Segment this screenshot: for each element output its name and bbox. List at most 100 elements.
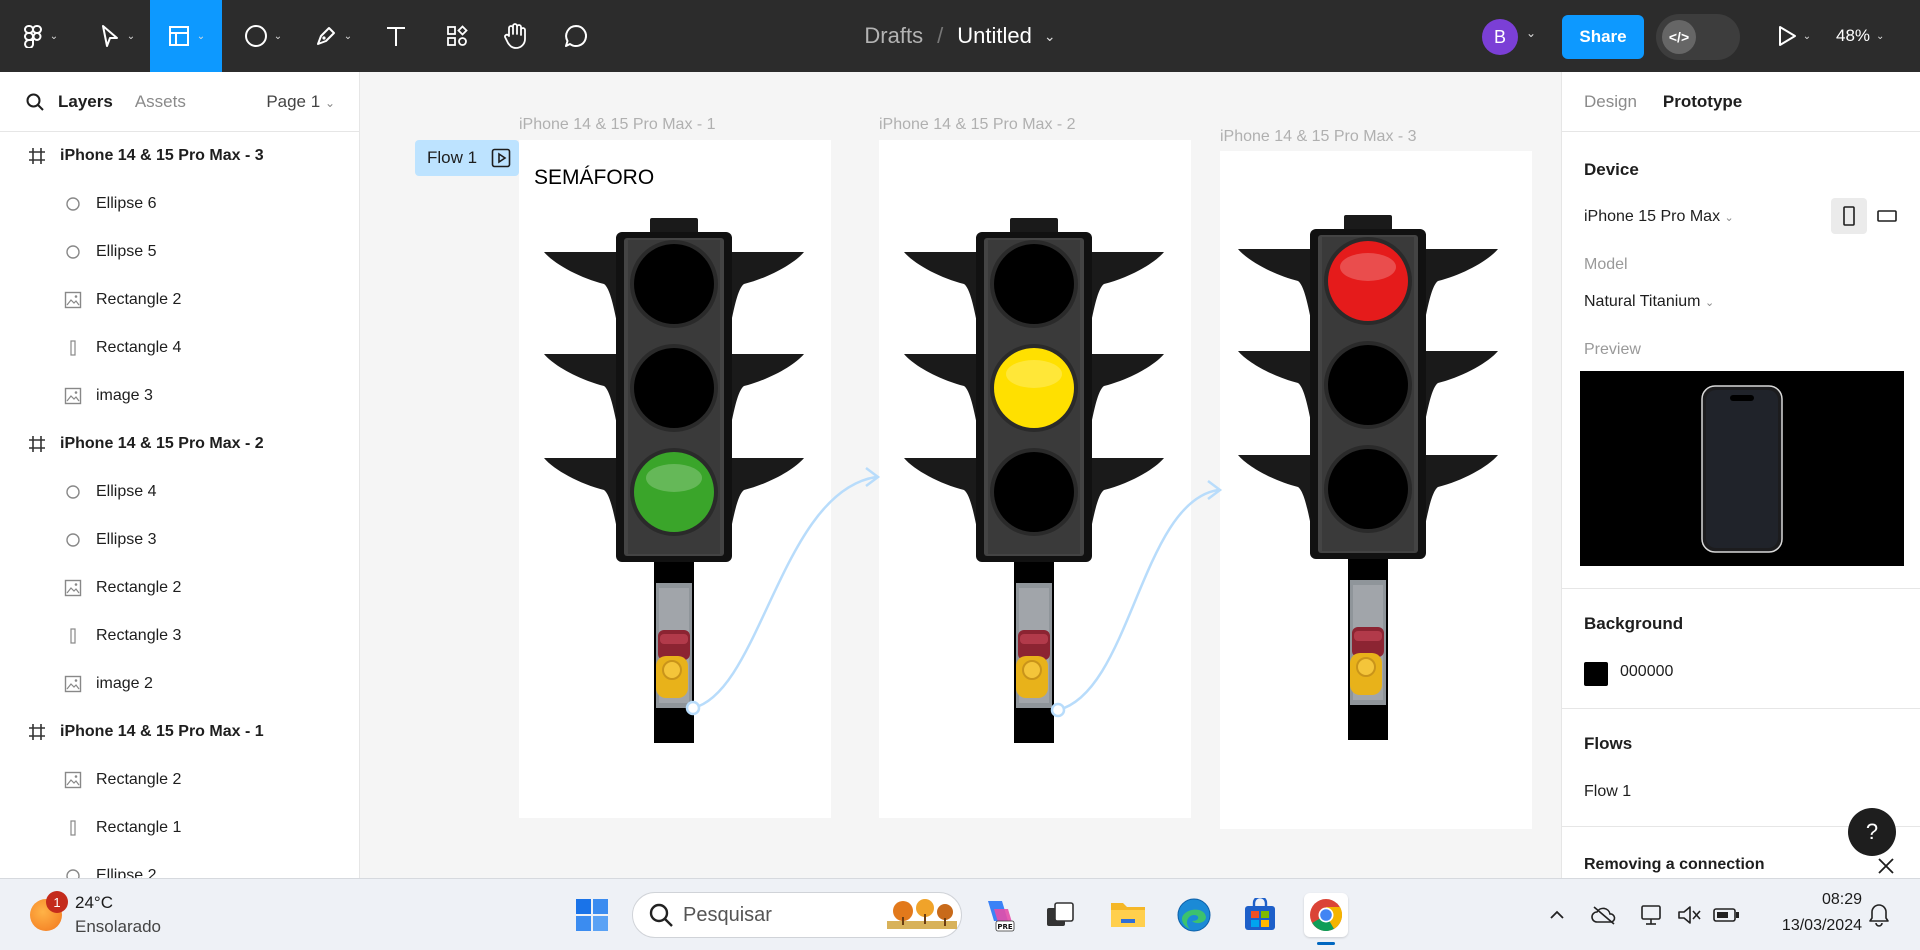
layer-frame-row[interactable]: iPhone 14 & 15 Pro Max - 3 bbox=[0, 132, 359, 180]
move-tool-button[interactable]: ⌄ bbox=[90, 0, 144, 72]
model-dropdown[interactable]: Natural Titanium ⌄ bbox=[1584, 293, 1714, 311]
chevron-down-icon[interactable]: ⌄ bbox=[1044, 28, 1056, 45]
file-name[interactable]: Untitled bbox=[957, 23, 1032, 49]
frame-label-2[interactable]: iPhone 14 & 15 Pro Max - 2 bbox=[879, 116, 1076, 134]
layer-row[interactable]: Ellipse 6 bbox=[0, 180, 359, 228]
layer-row[interactable]: image 2 bbox=[0, 660, 359, 708]
layer-name: Rectangle 3 bbox=[96, 627, 182, 644]
iphone-frame-1[interactable] bbox=[519, 140, 831, 818]
canvas[interactable]: iPhone 14 & 15 Pro Max - 1 iPhone 14 & 1… bbox=[361, 72, 1560, 878]
tab-prototype[interactable]: Prototype bbox=[1663, 92, 1742, 112]
right-panel-tabs: Design Prototype bbox=[1562, 72, 1920, 132]
network-button[interactable] bbox=[1638, 903, 1664, 927]
layer-row[interactable]: Rectangle 4 bbox=[0, 324, 359, 372]
breadcrumb-drafts[interactable]: Drafts bbox=[864, 23, 923, 49]
chevron-down-icon: ⌄ bbox=[126, 30, 136, 42]
portrait-button[interactable] bbox=[1831, 198, 1867, 234]
help-button[interactable]: ? bbox=[1848, 808, 1896, 856]
clock-time[interactable]: 08:29 bbox=[1762, 891, 1862, 909]
layer-row[interactable]: Rectangle 2 bbox=[0, 564, 359, 612]
left-panel-tabs: Layers Assets Page 1 ⌄ bbox=[0, 72, 359, 132]
avatar[interactable]: B bbox=[1482, 19, 1518, 55]
landscape-button[interactable] bbox=[1869, 198, 1905, 234]
taskbar-search[interactable]: Pesquisar bbox=[632, 892, 962, 938]
ellipse-icon bbox=[62, 868, 84, 878]
hand-icon bbox=[504, 23, 526, 49]
removing-connection-heading: Removing a connection bbox=[1584, 856, 1765, 873]
layer-name: Ellipse 4 bbox=[96, 483, 157, 500]
comment-tool-button[interactable] bbox=[555, 0, 597, 72]
main-menu-button[interactable]: ⌄ bbox=[14, 0, 66, 72]
search-placeholder: Pesquisar bbox=[683, 903, 772, 926]
text-tool-button[interactable] bbox=[376, 0, 416, 72]
semaforo-title[interactable]: SEMÁFORO bbox=[534, 166, 654, 190]
layer-row[interactable]: Ellipse 3 bbox=[0, 516, 359, 564]
close-icon[interactable] bbox=[1876, 856, 1896, 876]
frame-grid-icon bbox=[26, 147, 48, 165]
tab-design[interactable]: Design bbox=[1584, 92, 1637, 112]
shape-tool-button[interactable]: ⌄ bbox=[236, 0, 290, 72]
edge-button[interactable] bbox=[1172, 893, 1216, 937]
zoom-menu[interactable]: 48% ⌄ bbox=[1836, 0, 1884, 72]
hand-tool-button[interactable] bbox=[494, 0, 536, 72]
start-button[interactable] bbox=[570, 893, 614, 937]
present-button[interactable]: ⌄ bbox=[1766, 0, 1822, 72]
model-label: Model bbox=[1584, 256, 1628, 273]
temperature[interactable]: 24°C bbox=[75, 893, 113, 913]
layer-row[interactable]: Ellipse 2 bbox=[0, 852, 359, 878]
task-view-button[interactable] bbox=[1038, 893, 1082, 937]
frame-label-1[interactable]: iPhone 14 & 15 Pro Max - 1 bbox=[519, 116, 716, 134]
layer-row[interactable]: image 3 bbox=[0, 372, 359, 420]
flow-list-item[interactable]: Flow 1 bbox=[1584, 783, 1631, 801]
file-explorer-button[interactable] bbox=[1106, 893, 1150, 937]
frame-icon bbox=[168, 26, 189, 46]
image-icon bbox=[62, 771, 84, 789]
notifications-button[interactable] bbox=[1866, 903, 1892, 927]
layer-frame-row[interactable]: iPhone 14 & 15 Pro Max - 1 bbox=[0, 708, 359, 756]
copilot-icon: PRE bbox=[988, 901, 1015, 932]
layer-row[interactable]: Rectangle 2 bbox=[0, 756, 359, 804]
flow-play-icon[interactable] bbox=[491, 148, 511, 168]
portrait-icon bbox=[1843, 206, 1855, 226]
frame-tool-button[interactable]: ⌄ bbox=[150, 0, 222, 72]
flow-start-badge[interactable]: Flow 1 bbox=[415, 140, 519, 176]
iphone-frame-3[interactable] bbox=[1220, 151, 1532, 829]
dev-mode-toggle[interactable]: </> bbox=[1656, 14, 1740, 60]
tab-assets[interactable]: Assets bbox=[135, 92, 186, 112]
layer-row[interactable]: Rectangle 3 bbox=[0, 612, 359, 660]
show-hidden-icons-button[interactable] bbox=[1546, 903, 1568, 927]
frame-grid-icon bbox=[26, 435, 48, 453]
share-button[interactable]: Share bbox=[1562, 15, 1644, 59]
layer-frame-row[interactable]: iPhone 14 & 15 Pro Max - 2 bbox=[0, 420, 359, 468]
device-dropdown[interactable]: iPhone 15 Pro Max ⌄ bbox=[1584, 208, 1734, 226]
breadcrumb-separator: / bbox=[937, 23, 944, 48]
resources-button[interactable] bbox=[436, 0, 478, 72]
weather-condition[interactable]: Ensolarado bbox=[75, 917, 161, 937]
page-selector[interactable]: Page 1 ⌄ bbox=[266, 92, 335, 112]
search-icon[interactable] bbox=[26, 93, 44, 111]
layer-row[interactable]: Rectangle 2 bbox=[0, 276, 359, 324]
image-icon bbox=[62, 579, 84, 597]
background-hex-input[interactable]: 000000 bbox=[1620, 663, 1673, 681]
layer-name: Rectangle 1 bbox=[96, 819, 182, 836]
onedrive-button[interactable] bbox=[1590, 903, 1618, 927]
microsoft-store-button[interactable] bbox=[1238, 893, 1282, 937]
chevron-down-icon[interactable]: ⌄ bbox=[1526, 26, 1536, 40]
copilot-button[interactable]: PRE bbox=[976, 893, 1020, 937]
chevron-down-icon: ⌄ bbox=[1724, 212, 1734, 224]
layer-row[interactable]: Ellipse 4 bbox=[0, 468, 359, 516]
chrome-button[interactable] bbox=[1304, 893, 1348, 937]
clock-date[interactable]: 13/03/2024 bbox=[1762, 917, 1862, 935]
battery-button[interactable] bbox=[1712, 903, 1740, 927]
pen-tool-button[interactable]: ⌄ bbox=[306, 0, 360, 72]
volume-button[interactable] bbox=[1676, 903, 1702, 927]
iphone-frame-2[interactable] bbox=[879, 140, 1191, 818]
background-color-swatch[interactable] bbox=[1584, 662, 1608, 686]
layer-name: image 2 bbox=[96, 675, 153, 692]
layer-row[interactable]: Ellipse 5 bbox=[0, 228, 359, 276]
ellipse-icon bbox=[62, 244, 84, 260]
tab-layers[interactable]: Layers bbox=[58, 92, 113, 112]
layer-row[interactable]: Rectangle 1 bbox=[0, 804, 359, 852]
image-icon bbox=[62, 291, 84, 309]
frame-label-3[interactable]: iPhone 14 & 15 Pro Max - 3 bbox=[1220, 128, 1417, 146]
